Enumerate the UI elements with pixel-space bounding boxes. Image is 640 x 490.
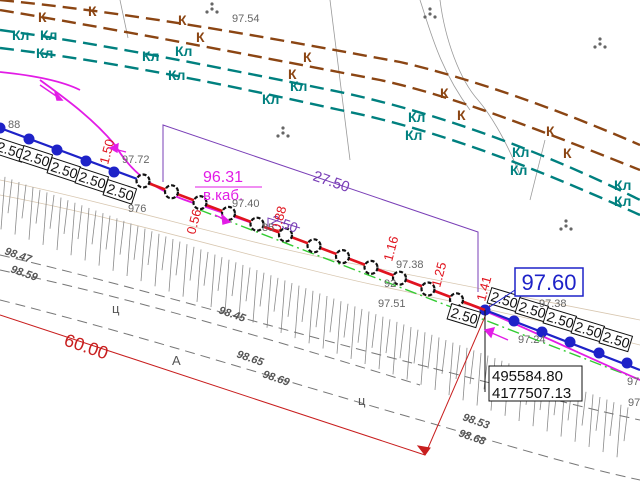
elev-label: 92 [384, 278, 396, 290]
kl-label: Кл [405, 127, 422, 143]
blue-point [51, 144, 63, 156]
coord-x: 495584.80 [492, 368, 563, 385]
kl-label: Кл [12, 27, 29, 43]
road-letter-ts: ц [112, 301, 120, 316]
kl-label: Кл [510, 162, 527, 178]
segment-label-2-50: 2.50 [102, 179, 138, 205]
blue-point [23, 133, 35, 145]
svg-text:2.50: 2.50 [77, 168, 108, 192]
svg-text:2.50: 2.50 [105, 180, 136, 204]
k-label: К [196, 29, 205, 45]
pipe-point [363, 259, 379, 275]
cable-elev: 96.31 [203, 169, 243, 186]
kl-label: Кл [614, 193, 631, 209]
pipe-point [163, 184, 180, 200]
elev-label: 97.72 [122, 154, 150, 166]
elev-label: 97 [627, 376, 639, 388]
elev-label: 97.38 [396, 259, 424, 271]
k-label: К [546, 123, 555, 139]
k-label: К [38, 9, 47, 25]
kl-label: Кл [262, 91, 279, 107]
kl-label: Кл [142, 48, 159, 64]
k-label: К [178, 12, 187, 28]
elev-label: 97.51 [378, 298, 406, 310]
blue-point [621, 357, 633, 369]
k-label: К [303, 49, 312, 65]
kl-label: Кл [168, 67, 185, 83]
dim-60-00: 60.00 [62, 330, 111, 364]
svg-text:2.50: 2.50 [601, 328, 632, 351]
blue-point [508, 315, 520, 327]
blue-point [593, 347, 605, 359]
blue-point [108, 166, 120, 178]
elev-label: 85 [262, 222, 274, 234]
tree-symbols [205, 2, 607, 231]
svg-text:2.50: 2.50 [21, 146, 52, 170]
svg-text:2.50: 2.50 [49, 158, 80, 182]
depth-1-50: 1.50 [96, 137, 117, 165]
k-label: К [457, 107, 466, 123]
pipe-point [306, 238, 322, 254]
elev-label: 97.54 [232, 13, 260, 25]
segment-label-2-50: 2.50 [74, 167, 110, 193]
survey-plan-drawing: 2.502.502.502.502.502.502.502.502.502.50… [0, 0, 640, 481]
road-letter-ts: ц [358, 393, 366, 408]
contour-lines [119, 0, 546, 201]
segment-label-2-50: 2.50 [542, 306, 578, 333]
elev-label: 98.68 [457, 427, 488, 448]
elev-label: 98.45 [217, 304, 248, 325]
elev-label: 97.40 [232, 198, 260, 210]
kl-label: Кл [40, 27, 57, 43]
kl-label: Кл [512, 144, 529, 160]
road-letter-a: А [172, 353, 181, 368]
segment-label-2-50: 2.50 [18, 145, 54, 171]
elev-label: 976 [128, 203, 146, 215]
elev-label: 97.38 [539, 298, 567, 310]
benchmark-value: 97.60 [521, 270, 576, 295]
kl-label: Кл [290, 78, 307, 94]
elev-label: 98.59 [9, 263, 40, 284]
depth-1-25: 1.25 [428, 260, 449, 288]
dim-27-50: 27.50 [311, 168, 352, 196]
svg-text:2.50: 2.50 [545, 308, 576, 331]
boundary-60 [0, 304, 491, 456]
coord-y: 4177507.13 [492, 385, 571, 402]
kl-label: Кл [408, 109, 425, 125]
elev-label: 97.24 [518, 334, 546, 346]
blue-point [564, 336, 576, 348]
elev-label: 88 [8, 119, 20, 131]
blue-point [0, 122, 6, 134]
k-label: К [440, 85, 449, 101]
segment-label-2-50: 2.50 [570, 316, 606, 343]
svg-text:2.50: 2.50 [573, 318, 604, 341]
elev-label: 98.47 [3, 245, 34, 266]
pipe-point [334, 249, 351, 265]
k-label: К [563, 145, 572, 161]
kl-label: Кл [36, 45, 53, 61]
k-label: К [88, 3, 97, 19]
blue-point [80, 155, 92, 167]
segment-label-2-50: 2.50 [598, 326, 634, 353]
kl-label: Кл [175, 43, 192, 59]
depth-0-56: 0.56 [183, 207, 204, 235]
segment-label-2-50: 2.50 [46, 157, 82, 183]
pipe-point [135, 173, 151, 189]
kl-label: Кл [614, 177, 631, 193]
elev-label: 98.65 [235, 348, 266, 369]
elev-label: 97 [628, 397, 640, 409]
elev-label: 98.69 [261, 368, 292, 389]
survey-plan-canvas: 2.50 2.50 2.50 2.50 2.50 2.50 2.50 2.50 2.50 2.50… [0, 0, 640, 485]
